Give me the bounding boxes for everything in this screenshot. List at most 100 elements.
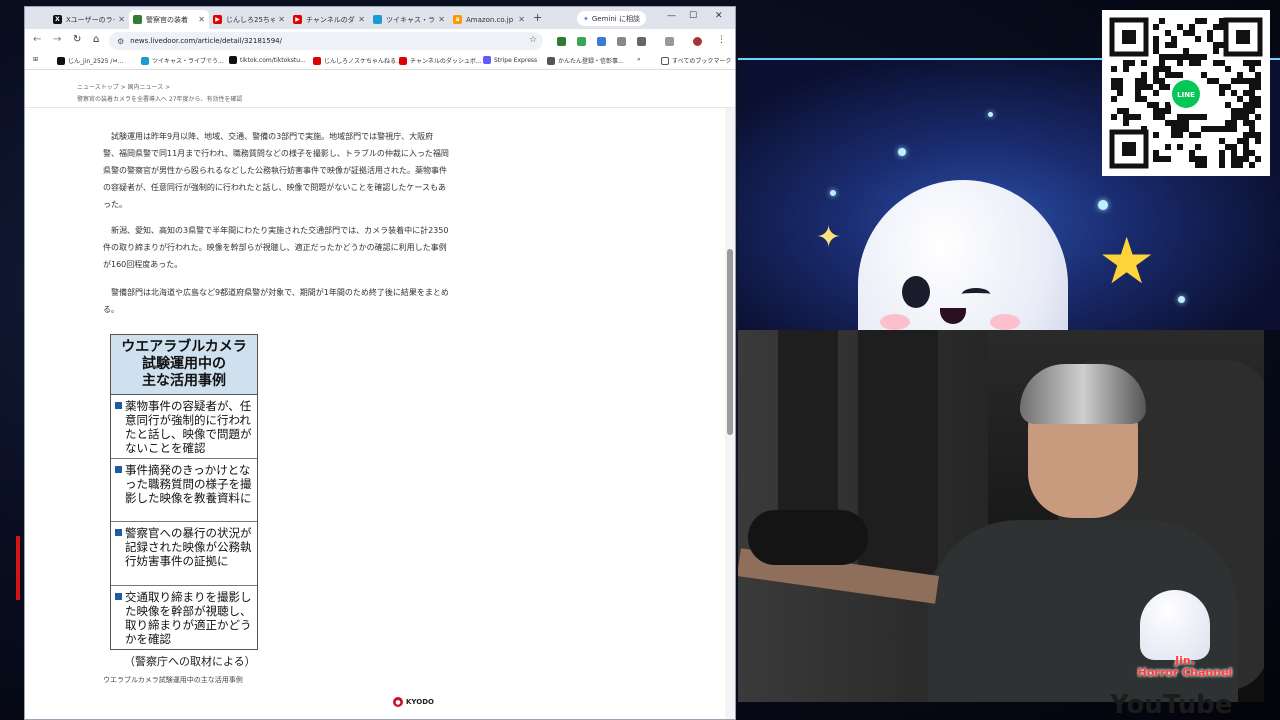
tab-youtube-1[interactable]: ▶ じんしろ25ちゃ ✕ <box>209 10 289 29</box>
gemini-button[interactable]: ✦ Gemini に相談 <box>577 11 646 26</box>
qr-module <box>1177 72 1183 78</box>
site-info-icon[interactable]: ⚙ <box>117 37 124 46</box>
qr-module <box>1201 156 1207 162</box>
extension-icon[interactable] <box>557 37 566 46</box>
qr-code-image: LINE <box>1108 16 1264 170</box>
qr-module <box>1207 36 1213 42</box>
tab-amazon[interactable]: a Amazon.co.jp ✕ <box>449 10 529 29</box>
qr-module <box>1225 102 1231 108</box>
qr-module <box>1159 60 1165 66</box>
breadcrumb[interactable]: ニューストップ > 国内ニュース > <box>77 82 170 91</box>
ghost-blush <box>990 314 1020 330</box>
qr-module <box>1153 108 1159 114</box>
qr-module <box>1249 150 1255 156</box>
qr-module <box>1249 126 1255 132</box>
qr-module <box>1225 120 1231 126</box>
minimize-icon[interactable]: — <box>667 11 676 21</box>
sparkle <box>898 148 906 156</box>
article-header: ニューストップ > 国内ニュース > 警察官の装着カメラを全署導入へ 27年度か… <box>25 70 735 108</box>
close-icon[interactable]: ✕ <box>278 15 285 24</box>
bookmarks-overflow[interactable]: » <box>637 56 641 63</box>
sparkle <box>830 190 836 196</box>
bookmark-item[interactable]: かんたん登録・信彰事... <box>547 56 624 65</box>
qr-module <box>1237 114 1243 120</box>
qr-module <box>1255 114 1261 120</box>
close-icon[interactable]: ✕ <box>438 15 445 24</box>
qr-module <box>1237 138 1243 144</box>
qr-module <box>1231 120 1237 126</box>
extension-icon[interactable] <box>617 37 626 46</box>
qr-module <box>1183 48 1189 54</box>
qr-module <box>1153 72 1159 78</box>
infographic-item: 警察官への暴行の状況が記録された映像が公務執行妨害事件の証拠に <box>111 522 257 586</box>
bookmark-item[interactable]: チャンネルのダッシュボ... <box>399 56 482 65</box>
qr-module <box>1195 156 1201 162</box>
qr-module <box>1165 144 1171 150</box>
kyodo-icon: ● <box>393 697 403 707</box>
qr-module <box>1243 108 1249 114</box>
more-menu-icon[interactable]: ⋮ <box>717 35 726 45</box>
qr-module <box>1177 24 1183 30</box>
sparkle <box>1178 296 1185 303</box>
qr-module <box>1177 144 1183 150</box>
qr-module <box>1255 156 1261 162</box>
qr-module <box>1189 24 1195 30</box>
qr-module <box>1153 66 1159 72</box>
address-bar[interactable]: ⚙ news.livedoor.com/article/detail/32181… <box>109 32 543 50</box>
all-bookmarks[interactable]: すべてのブックマーク <box>661 56 731 65</box>
reload-icon[interactable]: ↻ <box>73 34 81 45</box>
close-icon[interactable]: ✕ <box>118 15 125 24</box>
qr-module <box>1237 72 1243 78</box>
apps-icon[interactable]: ⊞ <box>33 56 38 63</box>
qr-code: LINE <box>1102 10 1270 176</box>
bookmark-item[interactable]: じんしろノスケちゃんねる... <box>313 56 402 65</box>
qr-module <box>1219 60 1225 66</box>
puzzle-icon[interactable] <box>637 37 646 46</box>
qr-module <box>1243 120 1249 126</box>
bookmark-star-icon[interactable]: ☆ <box>529 35 537 45</box>
qr-module <box>1207 30 1213 36</box>
qr-module <box>1117 90 1123 96</box>
tab-livedoor[interactable]: 警察官の装着 ✕ <box>129 10 209 29</box>
close-icon[interactable]: ✕ <box>358 15 365 24</box>
qr-module <box>1135 96 1141 102</box>
qr-module <box>1231 144 1237 150</box>
bookmarks-bar: ⊞ じん_jin_2525 /ㅂ... ツイキャス・ライブでう... tikto… <box>25 53 735 70</box>
window-close-icon[interactable]: ✕ <box>715 11 723 21</box>
new-tab-button[interactable]: + <box>533 11 542 24</box>
gemini-icon: ✦ <box>583 14 589 23</box>
youtube-icon <box>399 56 407 65</box>
back-icon[interactable]: ← <box>33 34 41 45</box>
qr-module <box>1177 54 1183 60</box>
close-icon[interactable]: ✕ <box>198 15 205 24</box>
extension-icon[interactable] <box>577 37 586 46</box>
home-icon[interactable]: ⌂ <box>93 34 99 45</box>
tab-twitcasting[interactable]: ツイキャス・ライ ✕ <box>369 10 449 29</box>
qr-module <box>1153 36 1159 42</box>
qr-module <box>1219 150 1225 156</box>
twitcasting-icon <box>373 15 382 24</box>
qr-module <box>1159 66 1165 72</box>
avatar[interactable] <box>693 37 702 46</box>
bookmark-item[interactable]: ツイキャス・ライブでう... <box>141 56 224 65</box>
bookmark-item[interactable]: じん_jin_2525 /ㅂ... <box>57 56 124 65</box>
qr-module <box>1159 156 1165 162</box>
forward-icon[interactable]: → <box>53 34 61 45</box>
qr-module <box>1135 90 1141 96</box>
tab-x[interactable]: X Xユーザーのライ ✕ <box>49 10 129 29</box>
qr-module <box>1255 132 1261 138</box>
qr-module <box>1141 84 1147 90</box>
qr-module <box>1195 162 1201 168</box>
scrollbar-thumb[interactable] <box>727 249 733 435</box>
bookmark-item[interactable]: Stripe Express <box>483 56 537 64</box>
close-icon[interactable]: ✕ <box>518 15 525 24</box>
qr-module <box>1237 96 1243 102</box>
bookmark-item[interactable]: tiktok.com/tiktokstu... <box>229 56 306 64</box>
tab-label: チャンネルのダ <box>306 15 355 24</box>
key-icon[interactable] <box>665 37 674 46</box>
maximize-icon[interactable]: ☐ <box>689 11 697 21</box>
qr-module <box>1165 66 1171 72</box>
qr-module <box>1243 138 1249 144</box>
extension-icon[interactable] <box>597 37 606 46</box>
tab-youtube-2[interactable]: ▶ チャンネルのダ ✕ <box>289 10 369 29</box>
